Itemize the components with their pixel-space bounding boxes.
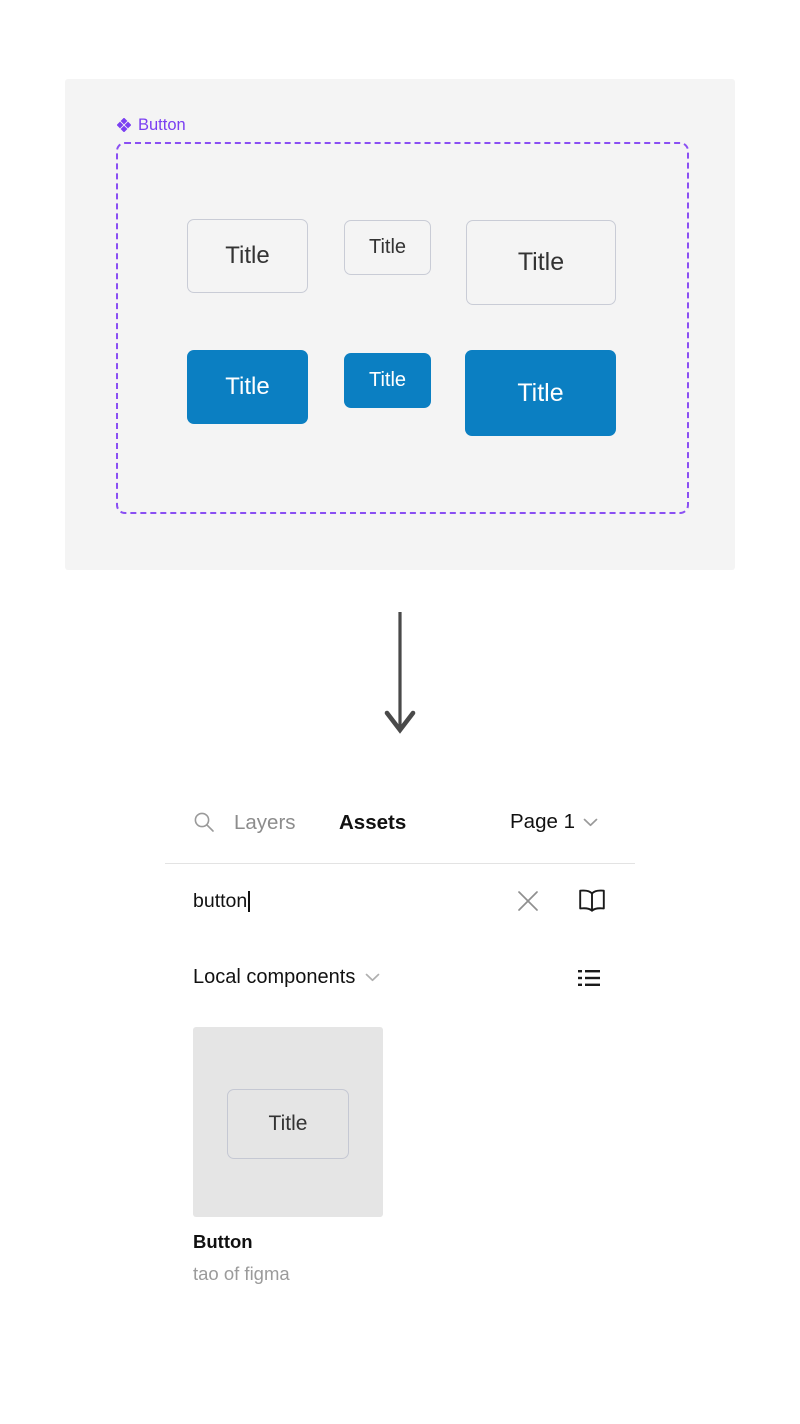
local-components-label: Local components	[193, 966, 356, 988]
button-filled-medium[interactable]: Title	[187, 350, 308, 424]
page-selector-label: Page 1	[510, 810, 575, 833]
tab-assets[interactable]: Assets	[339, 812, 406, 834]
figma-canvas-frame: Button Title Title Title Title Title Tit…	[65, 79, 735, 570]
button-label: Title	[368, 236, 407, 258]
assets-panel: Layers Assets Page 1 button Local compon…	[165, 795, 635, 1283]
button-label: Title	[225, 373, 270, 400]
button-label: Title	[225, 242, 270, 269]
list-view-icon[interactable]	[575, 964, 603, 992]
component-diamond-icon	[117, 118, 131, 133]
page-selector[interactable]: Page 1	[510, 810, 598, 833]
panel-tab-bar: Layers Assets Page 1	[165, 795, 635, 863]
button-outline-medium[interactable]: Title	[187, 219, 308, 293]
button-outline-large[interactable]: Title	[466, 220, 616, 305]
local-components-toggle[interactable]: Local components	[193, 967, 380, 987]
close-icon[interactable]	[515, 888, 541, 914]
asset-group-row: Local components	[165, 942, 635, 1017]
asset-preview-button: Title	[227, 1089, 349, 1159]
button-label: Title	[517, 378, 564, 407]
book-icon[interactable]	[577, 888, 607, 914]
search-input[interactable]: button	[193, 891, 250, 912]
button-label: Title	[368, 369, 407, 391]
asset-preview-label: Title	[268, 1112, 308, 1135]
selection-bounding-box	[116, 142, 689, 514]
chevron-down-icon	[365, 973, 380, 981]
asset-search-row: button	[165, 864, 635, 942]
chevron-down-icon	[583, 818, 598, 826]
tab-layers[interactable]: Layers	[234, 812, 296, 834]
asset-thumbnail[interactable]: Title	[193, 1027, 383, 1217]
search-icon[interactable]	[193, 811, 215, 833]
text-caret	[248, 891, 250, 912]
button-outline-small[interactable]: Title	[344, 220, 431, 275]
component-name-label[interactable]: Button	[117, 117, 186, 134]
asset-subtitle: tao of figma	[193, 1263, 290, 1284]
button-label: Title	[517, 248, 565, 276]
down-arrow-icon	[384, 612, 416, 734]
component-label-text: Button	[138, 116, 186, 134]
asset-name: Button	[193, 1231, 253, 1252]
search-input-value: button	[193, 889, 248, 912]
button-filled-large[interactable]: Title	[465, 350, 616, 436]
button-filled-small[interactable]: Title	[344, 353, 431, 408]
